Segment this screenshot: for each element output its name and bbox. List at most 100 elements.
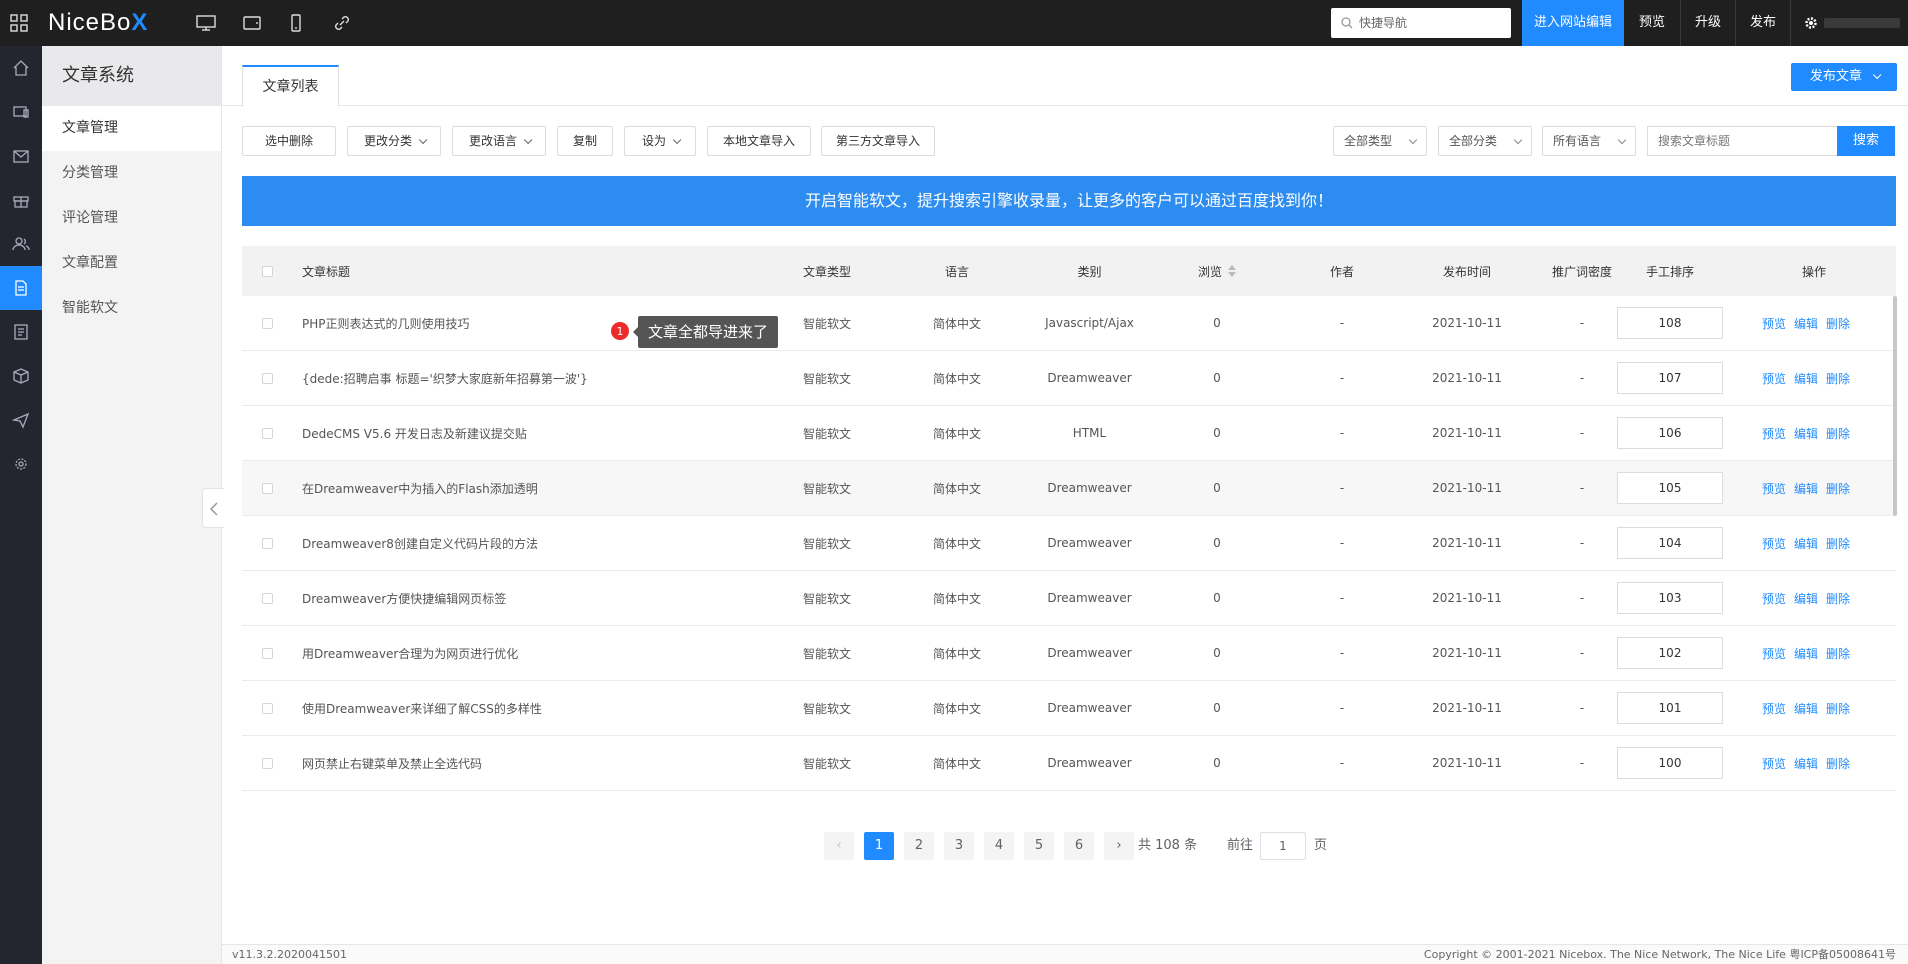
row-checkbox[interactable] xyxy=(262,702,273,714)
row-delete-link[interactable]: 删除 xyxy=(1826,700,1850,717)
mobile-view-icon[interactable] xyxy=(286,14,306,32)
row-delete-link[interactable]: 删除 xyxy=(1826,425,1850,442)
row-edit-link[interactable]: 编辑 xyxy=(1794,480,1818,497)
row-checkbox[interactable] xyxy=(262,427,273,439)
iconbar-send[interactable] xyxy=(0,398,42,442)
row-edit-link[interactable]: 编辑 xyxy=(1794,755,1818,772)
apps-grid-icon[interactable] xyxy=(10,14,28,32)
settings-gear-icon[interactable] xyxy=(1804,16,1818,30)
row-checkbox[interactable] xyxy=(262,537,273,549)
delete-selected-button[interactable]: 选中删除 xyxy=(242,126,336,156)
manual-sort-input[interactable]: 104 xyxy=(1617,527,1723,559)
tab-article-list[interactable]: 文章列表 xyxy=(242,65,339,107)
row-edit-link[interactable]: 编辑 xyxy=(1794,370,1818,387)
iconbar-devices[interactable] xyxy=(0,90,42,134)
iconbar-home[interactable] xyxy=(0,46,42,90)
nav-item-comment-management[interactable]: 评论管理 xyxy=(42,196,221,241)
title-cell[interactable]: 用Dreamweaver合理为为网页进行优化 xyxy=(302,626,518,680)
collapse-sidebar-button[interactable] xyxy=(202,488,224,528)
manual-sort-input[interactable]: 102 xyxy=(1617,637,1723,669)
row-select-cell[interactable] xyxy=(262,516,273,570)
row-checkbox[interactable] xyxy=(262,372,273,384)
page-2[interactable]: 2 xyxy=(904,832,934,860)
row-checkbox[interactable] xyxy=(262,647,273,659)
title-cell[interactable]: 使用Dreamweaver来详细了解CSS的多样性 xyxy=(302,681,542,735)
local-import-button[interactable]: 本地文章导入 xyxy=(707,126,811,156)
page-1[interactable]: 1 xyxy=(864,832,894,860)
title-cell[interactable]: Dreamweaver8创建自定义代码片段的方法 xyxy=(302,516,538,570)
link-icon[interactable] xyxy=(332,14,352,32)
row-delete-link[interactable]: 删除 xyxy=(1826,590,1850,607)
title-cell[interactable]: {dede:招聘启事 标题='织梦大家庭新年招募第一波'} xyxy=(302,351,588,405)
row-checkbox[interactable] xyxy=(262,757,273,769)
title-cell[interactable]: 在Dreamweaver中为插入的Flash添加透明 xyxy=(302,461,538,515)
row-preview-link[interactable]: 预览 xyxy=(1762,645,1786,662)
row-delete-link[interactable]: 删除 xyxy=(1826,315,1850,332)
row-preview-link[interactable]: 预览 xyxy=(1762,480,1786,497)
iconbar-mail[interactable] xyxy=(0,134,42,178)
change-language-button[interactable]: 更改语言 xyxy=(452,126,546,156)
type-filter-select[interactable]: 全部类型 xyxy=(1333,126,1427,156)
manual-sort-input[interactable]: 105 xyxy=(1617,472,1723,504)
row-select-cell[interactable] xyxy=(262,626,273,680)
row-edit-link[interactable]: 编辑 xyxy=(1794,645,1818,662)
row-preview-link[interactable]: 预览 xyxy=(1762,590,1786,607)
title-cell[interactable]: 网页禁止右键菜单及禁止全选代码 xyxy=(302,736,482,790)
nav-item-category-management[interactable]: 分类管理 xyxy=(42,151,221,196)
manual-sort-input[interactable]: 107 xyxy=(1617,362,1723,394)
header-views[interactable]: 浏览 xyxy=(1172,246,1262,296)
manual-sort-input[interactable]: 101 xyxy=(1617,692,1723,724)
row-select-cell[interactable] xyxy=(262,681,273,735)
row-select-cell[interactable] xyxy=(262,571,273,625)
iconbar-products[interactable] xyxy=(0,354,42,398)
row-preview-link[interactable]: 预览 xyxy=(1762,425,1786,442)
title-cell[interactable]: Dreamweaver方便快捷编辑网页标签 xyxy=(302,571,506,625)
row-delete-link[interactable]: 删除 xyxy=(1826,535,1850,552)
select-all-cell[interactable] xyxy=(262,246,273,296)
row-delete-link[interactable]: 删除 xyxy=(1826,755,1850,772)
desktop-view-icon[interactable] xyxy=(196,14,216,32)
select-all-checkbox[interactable] xyxy=(262,265,273,277)
manual-sort-input[interactable]: 100 xyxy=(1617,747,1723,779)
iconbar-users[interactable] xyxy=(0,222,42,266)
search-button[interactable]: 搜索 xyxy=(1837,126,1895,156)
publish-article-button[interactable]: 发布文章 xyxy=(1791,63,1897,91)
row-edit-link[interactable]: 编辑 xyxy=(1794,700,1818,717)
language-filter-select[interactable]: 所有语言 xyxy=(1542,126,1636,156)
row-select-cell[interactable] xyxy=(262,296,273,350)
row-edit-link[interactable]: 编辑 xyxy=(1794,535,1818,552)
account-name-redacted[interactable] xyxy=(1824,18,1900,28)
iconbar-gift[interactable] xyxy=(0,178,42,222)
manual-sort-input[interactable]: 106 xyxy=(1617,417,1723,449)
row-checkbox[interactable] xyxy=(262,317,273,329)
nav-item-article-config[interactable]: 文章配置 xyxy=(42,241,221,286)
page-3[interactable]: 3 xyxy=(944,832,974,860)
manual-sort-input[interactable]: 103 xyxy=(1617,582,1723,614)
row-delete-link[interactable]: 删除 xyxy=(1826,370,1850,387)
row-edit-link[interactable]: 编辑 xyxy=(1794,590,1818,607)
page-4[interactable]: 4 xyxy=(984,832,1014,860)
smart-article-promo-banner[interactable]: 开启智能软文，提升搜索引擎收录量，让更多的客户可以通过百度找到你！ xyxy=(242,176,1896,226)
row-select-cell[interactable] xyxy=(262,406,273,460)
publish-button[interactable]: 发布 xyxy=(1736,0,1790,46)
category-filter-select[interactable]: 全部分类 xyxy=(1438,126,1532,156)
nav-item-smart-article[interactable]: 智能软文 xyxy=(42,286,221,331)
row-preview-link[interactable]: 预览 xyxy=(1762,700,1786,717)
row-preview-link[interactable]: 预览 xyxy=(1762,755,1786,772)
row-select-cell[interactable] xyxy=(262,351,273,405)
upgrade-button[interactable]: 升级 xyxy=(1681,0,1735,46)
row-preview-link[interactable]: 预览 xyxy=(1762,535,1786,552)
change-category-button[interactable]: 更改分类 xyxy=(347,126,441,156)
goto-page-input[interactable]: 1 xyxy=(1260,832,1306,860)
nicebox-logo[interactable]: NiceBoX xyxy=(48,9,148,37)
next-page-button[interactable]: › xyxy=(1104,832,1134,860)
page-5[interactable]: 5 xyxy=(1024,832,1054,860)
preview-button[interactable]: 预览 xyxy=(1624,0,1680,46)
sort-icon[interactable] xyxy=(1228,265,1236,277)
set-as-button[interactable]: 设为 xyxy=(624,126,696,156)
enter-site-editor-button[interactable]: 进入网站编辑 xyxy=(1522,0,1624,46)
page-6[interactable]: 6 xyxy=(1064,832,1094,860)
row-delete-link[interactable]: 删除 xyxy=(1826,645,1850,662)
tablet-view-icon[interactable] xyxy=(242,14,262,32)
row-preview-link[interactable]: 预览 xyxy=(1762,315,1786,332)
